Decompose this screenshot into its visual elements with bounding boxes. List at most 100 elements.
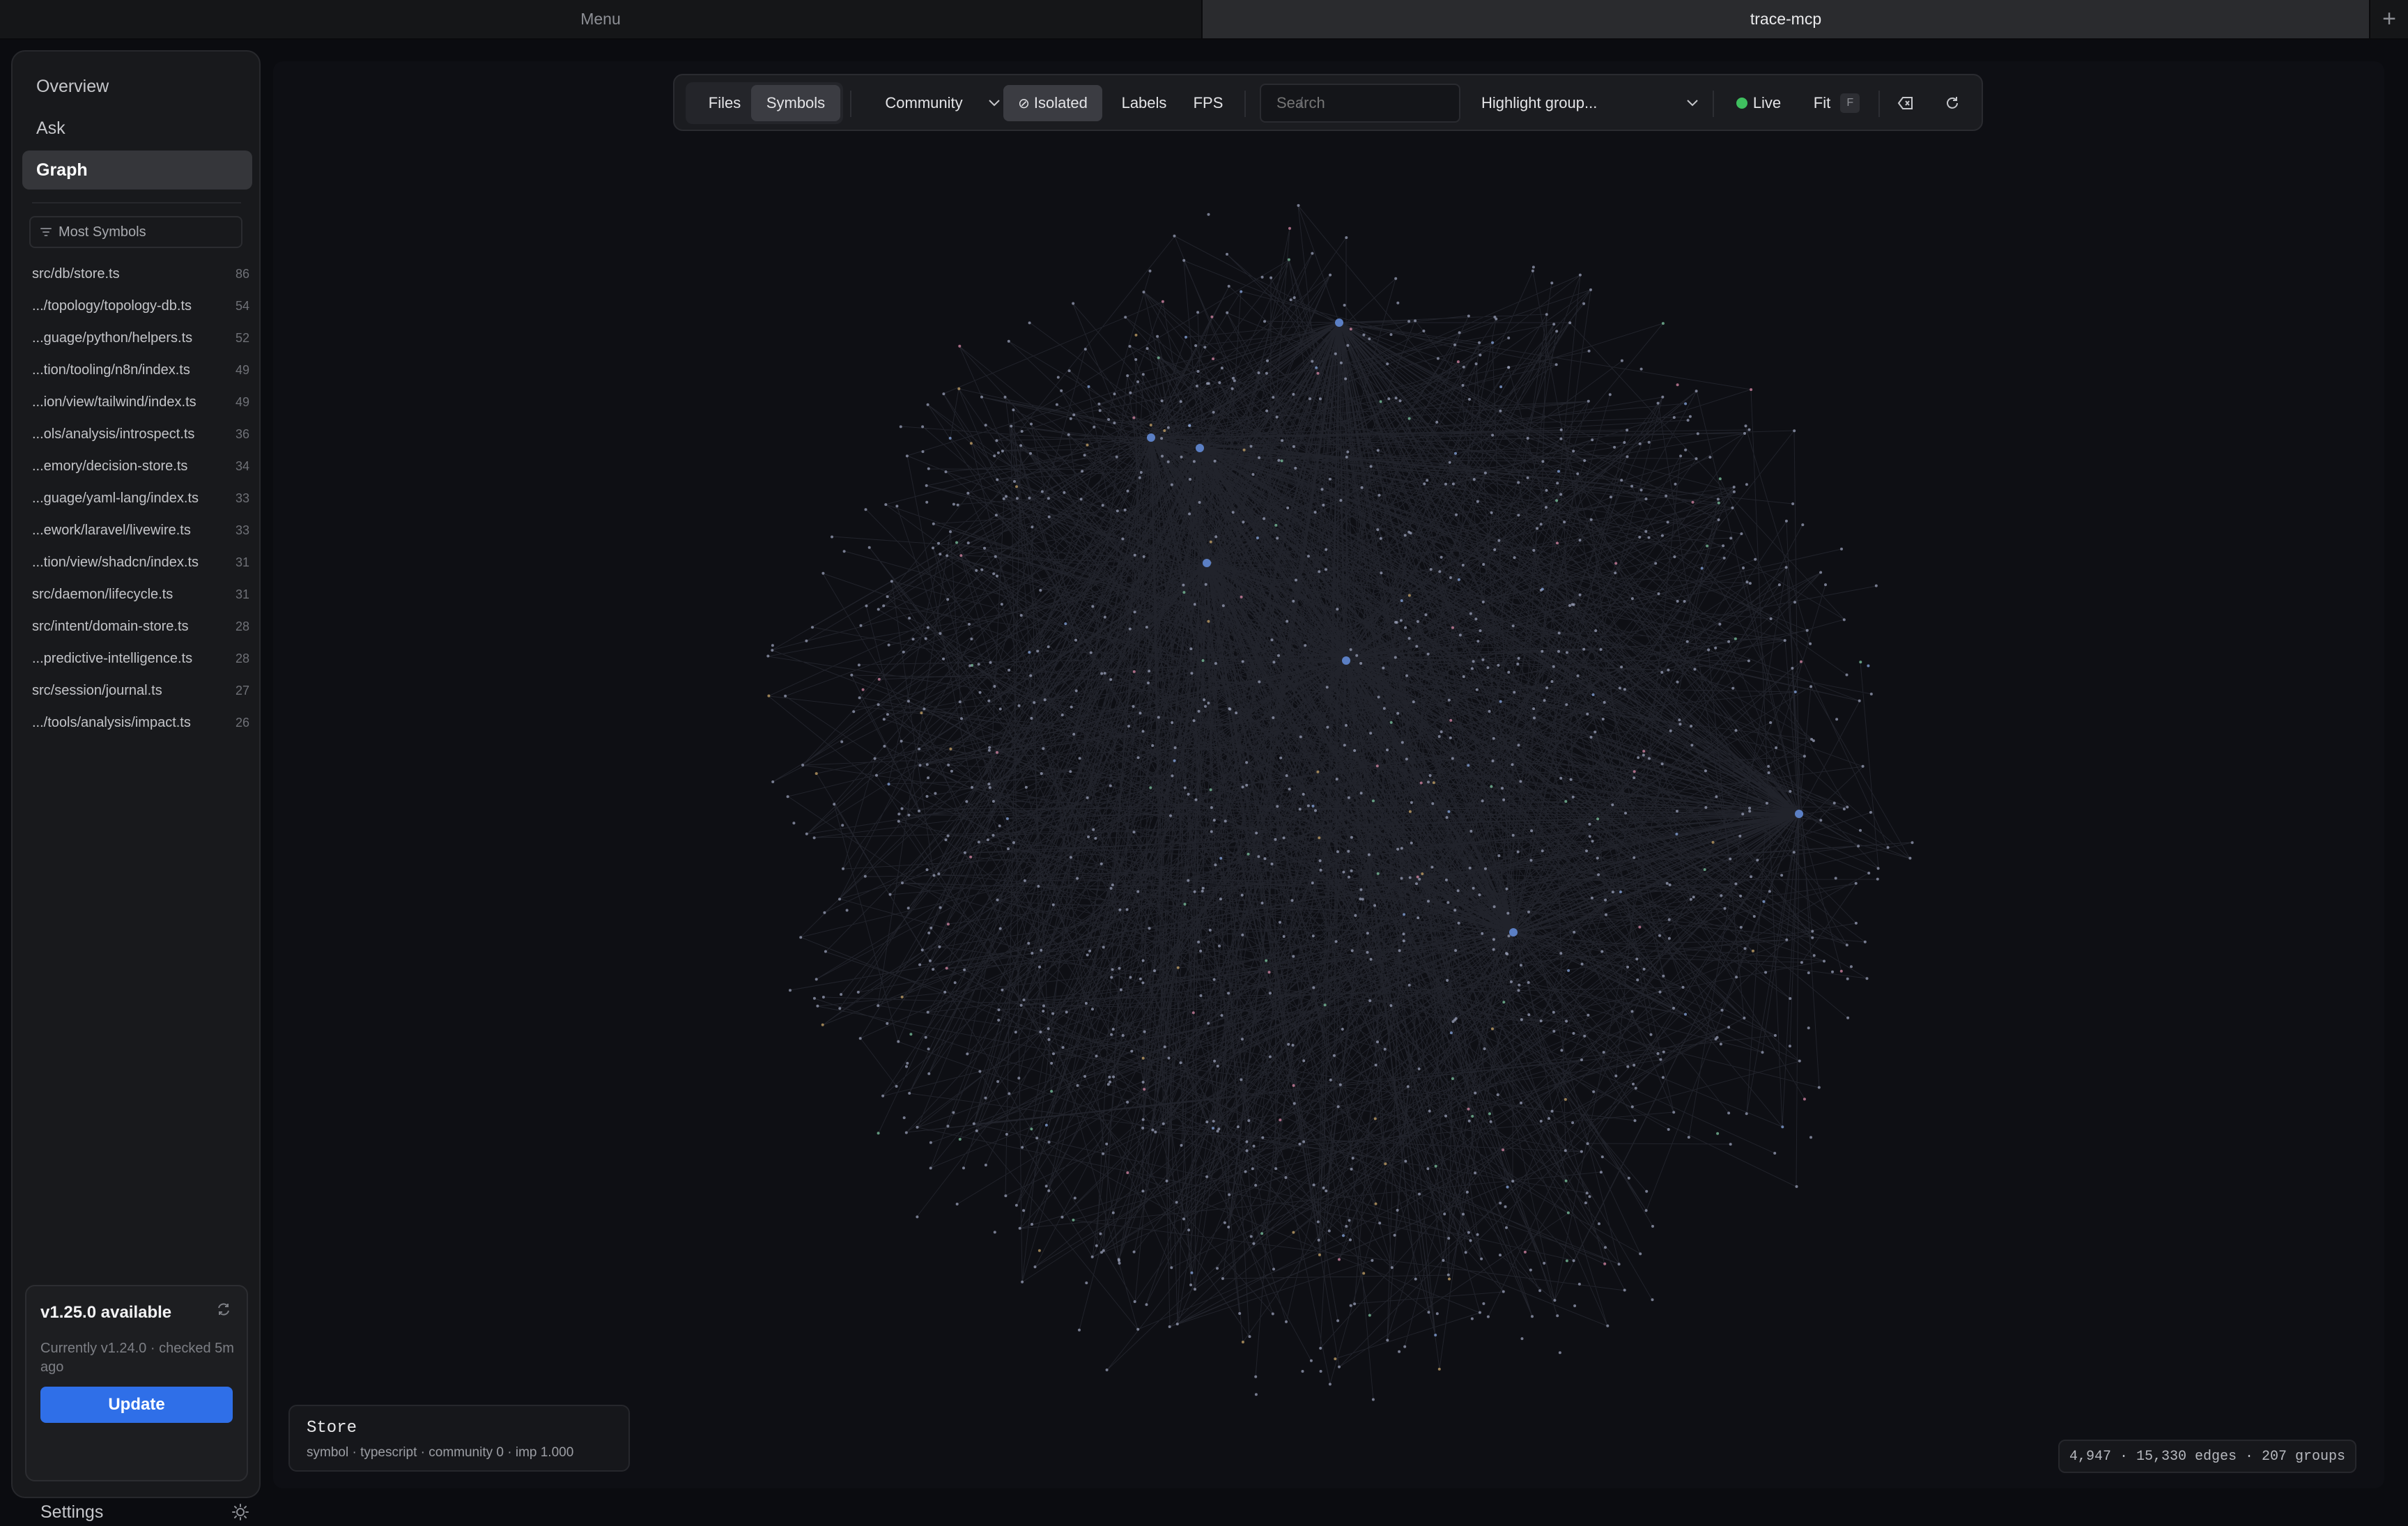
graph-node[interactable] xyxy=(1795,1185,1798,1188)
graph-node[interactable] xyxy=(926,626,929,629)
graph-node[interactable] xyxy=(1789,997,1792,1000)
graph-node[interactable] xyxy=(1739,894,1743,897)
graph-node[interactable] xyxy=(1457,921,1460,925)
graph-node[interactable] xyxy=(1069,417,1072,420)
graph-node[interactable] xyxy=(1287,258,1290,261)
graph-node[interactable] xyxy=(1163,429,1166,432)
graph-node[interactable] xyxy=(1134,333,1138,337)
graph-node[interactable] xyxy=(1318,859,1322,863)
graph-node[interactable] xyxy=(907,813,911,817)
graph-node[interactable] xyxy=(1633,776,1636,780)
graph-node[interactable] xyxy=(1472,478,1476,481)
graph-node[interactable] xyxy=(1161,454,1164,458)
graph-node[interactable] xyxy=(1338,1258,1341,1261)
graph-node[interactable] xyxy=(1118,1261,1121,1265)
graph-node[interactable] xyxy=(1163,1045,1166,1049)
graph-node[interactable] xyxy=(1591,438,1594,442)
graph-node[interactable] xyxy=(1630,1105,1634,1109)
graph-node[interactable] xyxy=(1099,1232,1102,1235)
graph-node[interactable] xyxy=(1648,757,1651,760)
graph-node[interactable] xyxy=(1720,1008,1724,1012)
graph-node[interactable] xyxy=(1141,1118,1145,1121)
graph-node[interactable] xyxy=(959,554,963,557)
graph-node[interactable] xyxy=(1846,977,1849,980)
graph-node[interactable] xyxy=(987,748,991,752)
graph-node[interactable] xyxy=(1278,920,1281,924)
graph-node[interactable] xyxy=(1863,940,1867,943)
graph-node[interactable] xyxy=(1125,908,1129,911)
graph-node[interactable] xyxy=(821,996,825,999)
graph-node[interactable] xyxy=(1376,1040,1379,1044)
graph-node[interactable] xyxy=(945,966,948,970)
graph-node[interactable] xyxy=(1101,504,1104,507)
graph-node[interactable] xyxy=(1109,784,1112,787)
graph-node[interactable] xyxy=(1371,1258,1374,1262)
graph-node[interactable] xyxy=(1339,361,1343,364)
graph-node[interactable] xyxy=(1767,764,1770,768)
clear-highlight-icon[interactable] xyxy=(1888,85,1923,121)
graph-node[interactable] xyxy=(1785,938,1789,941)
graph-node[interactable] xyxy=(1353,749,1357,753)
graph-node[interactable] xyxy=(1489,1120,1492,1123)
graph-node[interactable] xyxy=(1550,680,1554,683)
graph-node[interactable] xyxy=(947,763,950,766)
graph-node[interactable] xyxy=(1565,1019,1568,1023)
graph-node[interactable] xyxy=(1665,494,1668,498)
graph-node[interactable] xyxy=(1592,1090,1596,1093)
graph-node[interactable] xyxy=(1807,1026,1810,1030)
graph-node[interactable] xyxy=(953,981,957,985)
graph-node[interactable] xyxy=(1565,703,1568,707)
graph-node[interactable] xyxy=(918,764,922,767)
graph-node[interactable] xyxy=(1532,707,1536,711)
graph-node[interactable] xyxy=(905,454,909,458)
graph-node[interactable] xyxy=(1171,721,1174,724)
graph-node[interactable] xyxy=(1626,429,1629,432)
graph-node[interactable] xyxy=(1676,680,1679,684)
graph-node[interactable] xyxy=(1290,899,1294,902)
graph-node[interactable] xyxy=(1325,686,1329,689)
graph-node[interactable] xyxy=(1184,335,1187,339)
graph-node[interactable] xyxy=(1090,1255,1094,1258)
graph-node[interactable] xyxy=(1451,757,1454,760)
graph-node[interactable] xyxy=(838,897,841,901)
graph-node[interactable] xyxy=(1800,660,1803,663)
graph-node[interactable] xyxy=(966,491,970,495)
graph-node[interactable] xyxy=(1362,333,1366,337)
graph-node[interactable] xyxy=(934,792,937,795)
graph-node[interactable] xyxy=(1659,1058,1662,1061)
graph-node[interactable] xyxy=(1349,1304,1352,1307)
graph-node[interactable] xyxy=(1578,539,1582,542)
graph-node[interactable] xyxy=(1323,1003,1327,1007)
graph-node[interactable] xyxy=(1481,932,1484,935)
search-field[interactable]: / xyxy=(1260,84,1460,123)
graph-node[interactable] xyxy=(1769,721,1773,724)
graph-node[interactable] xyxy=(1407,417,1411,420)
graph-node[interactable] xyxy=(902,1116,906,1120)
graph-node[interactable] xyxy=(1088,949,1092,953)
graph-node[interactable] xyxy=(1329,273,1332,277)
graph-node[interactable] xyxy=(1182,583,1185,587)
graph-node[interactable] xyxy=(1908,856,1912,860)
graph-node[interactable] xyxy=(1149,424,1152,426)
graph-node[interactable] xyxy=(1282,935,1286,938)
graph-node[interactable] xyxy=(1769,617,1773,620)
graph-node[interactable] xyxy=(942,657,945,661)
graph-node[interactable] xyxy=(1265,409,1269,413)
graph-node[interactable] xyxy=(1205,1175,1209,1178)
graph-node[interactable] xyxy=(1274,838,1277,841)
graph-node[interactable] xyxy=(877,703,880,707)
graph-node[interactable] xyxy=(952,1111,955,1114)
graph-node[interactable] xyxy=(1475,688,1479,691)
graph-node[interactable] xyxy=(897,812,901,816)
graph-node[interactable] xyxy=(1270,638,1274,642)
graph-node[interactable] xyxy=(1241,933,1244,937)
graph-node[interactable] xyxy=(1798,1059,1801,1063)
graph-node[interactable] xyxy=(1194,798,1198,801)
graph-node[interactable] xyxy=(1481,799,1484,803)
graph-node[interactable] xyxy=(1461,384,1465,387)
graph-node[interactable] xyxy=(1727,640,1731,643)
graph-node[interactable] xyxy=(1292,445,1295,448)
graph-node[interactable] xyxy=(1110,1033,1113,1036)
graph-node[interactable] xyxy=(1791,667,1794,670)
graph-node[interactable] xyxy=(1295,578,1297,582)
